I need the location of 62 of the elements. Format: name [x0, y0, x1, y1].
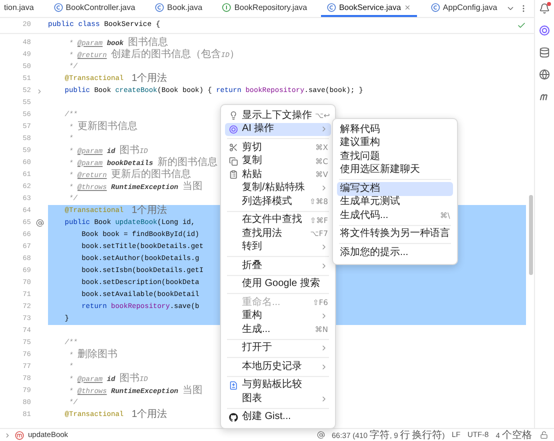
menu-item[interactable]: 折叠 [225, 259, 331, 272]
menu-item[interactable]: 重构 [225, 310, 331, 323]
chevron-right-icon [320, 184, 328, 192]
chevron-right-icon [320, 362, 328, 371]
chevron-down-icon[interactable] [506, 4, 515, 13]
file-tab[interactable]: AppConfig.java [424, 0, 504, 17]
ai-spiral-icon [539, 25, 550, 36]
override-icon[interactable] [36, 219, 44, 227]
github-icon [229, 412, 238, 422]
file-tab[interactable]: tion.java [0, 0, 40, 17]
class-icon [155, 3, 164, 12]
file-tab[interactable]: BookRepository.java [216, 0, 314, 17]
menu-item[interactable]: 添加您的提示... [337, 246, 453, 260]
file-compare-icon [229, 380, 238, 390]
file-tab[interactable]: BookController.java [48, 0, 142, 17]
interface-icon [222, 3, 232, 12]
maven-icon[interactable] [539, 91, 550, 102]
menu-item[interactable]: 复制/粘贴特殊 [225, 182, 331, 195]
scrollbar-thumb[interactable] [529, 195, 533, 275]
class-icon [430, 3, 440, 12]
class-icon [54, 3, 63, 12]
class-icon [327, 3, 336, 12]
file-tab[interactable]: BookService.java [321, 0, 417, 17]
menu-item[interactable]: 本地历史记录 [225, 360, 331, 374]
scissors-icon [229, 143, 238, 152]
clipboard-icon [229, 170, 238, 180]
chevron-right-icon [320, 344, 328, 352]
check-icon [517, 21, 526, 30]
menu-item[interactable]: 转到 [225, 240, 331, 254]
lightbulb-icon [229, 111, 238, 120]
database-icon[interactable] [539, 47, 550, 58]
chevron-right-icon [4, 432, 11, 438]
globe-icon[interactable] [539, 69, 550, 80]
menu-item[interactable]: 使用选区新建聊天 [337, 164, 453, 177]
file-tab[interactable]: Book.java [149, 0, 208, 17]
close-icon[interactable] [404, 4, 411, 11]
menu-item[interactable]: 生成单元测试 [337, 196, 453, 209]
chevron-right-icon [320, 262, 328, 270]
notification-icon[interactable] [539, 3, 550, 14]
usage-hint[interactable]: 1个用法 [132, 409, 168, 421]
chevron-right-icon [320, 394, 328, 403]
menu-item[interactable]: 图表 [225, 392, 331, 406]
menu-item[interactable]: 建议重构 [337, 136, 453, 150]
menu-item[interactable]: 打开于 [225, 342, 331, 355]
usage-hint[interactable]: 1个用法 [132, 73, 168, 85]
menu-item[interactable]: 解释代码 [337, 123, 453, 136]
at-sign-icon[interactable] [316, 431, 325, 439]
chevron-right-icon [320, 125, 328, 134]
menu-item[interactable]: AI 操作 [225, 122, 331, 136]
menu-item[interactable]: 与剪贴板比较 [225, 378, 331, 392]
fold-icon[interactable] [36, 88, 43, 94]
menu-item[interactable]: 使用 Google 搜索 [225, 278, 331, 291]
lock-icon[interactable] [540, 431, 548, 439]
chevron-right-icon [320, 312, 328, 320]
copy-icon [229, 156, 238, 166]
ai-spiral-icon [229, 124, 238, 134]
menu-item[interactable]: 将文件转换为另一种语言 [337, 228, 453, 241]
menu-item[interactable]: 查找问题 [337, 150, 453, 164]
menu-item[interactable]: 创建 Gist... [225, 410, 331, 424]
method-icon [15, 430, 24, 440]
menu-item[interactable]: 编写文档 [337, 182, 453, 196]
chevron-right-icon [320, 243, 328, 252]
